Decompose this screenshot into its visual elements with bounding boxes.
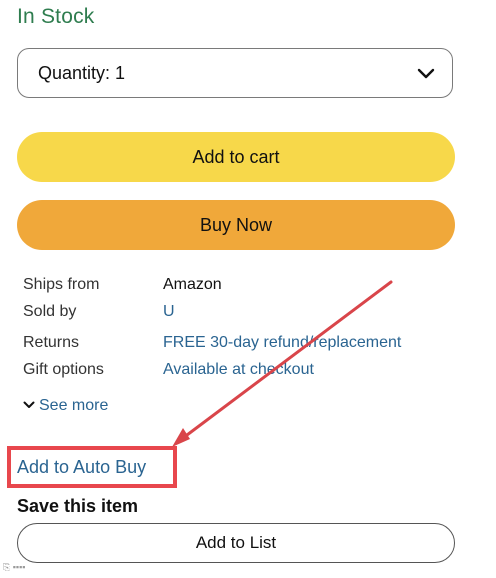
see-more-label: See more (39, 397, 109, 414)
ships-from-label: Ships from (23, 276, 100, 293)
sold-by-label: Sold by (23, 303, 77, 320)
buy-now-button[interactable]: Buy Now (17, 200, 455, 250)
add-to-cart-button[interactable]: Add to cart (17, 132, 455, 182)
quantity-label: Quantity: 1 (38, 63, 126, 83)
chevron-down-icon (23, 401, 35, 408)
see-more-link[interactable]: See more (23, 397, 108, 415)
add-to-auto-buy-link[interactable]: Add to Auto Buy (17, 457, 146, 478)
gift-options-link[interactable]: Available at checkout (163, 361, 314, 379)
add-to-list-button[interactable]: Add to List (17, 523, 455, 563)
returns-link[interactable]: FREE 30-day refund/replacement (163, 334, 401, 352)
watermark: ⎘ ▪▪▪▪ (3, 562, 26, 572)
ships-from-value: Amazon (163, 276, 222, 293)
availability-status: In Stock (17, 5, 95, 28)
chevron-down-icon (417, 68, 435, 79)
save-item-heading: Save this item (17, 496, 139, 516)
returns-label: Returns (23, 334, 80, 351)
seller-link[interactable]: U (163, 303, 175, 321)
quantity-select[interactable]: Quantity: 1 (17, 48, 453, 98)
gift-options-label: Gift options (23, 361, 104, 378)
